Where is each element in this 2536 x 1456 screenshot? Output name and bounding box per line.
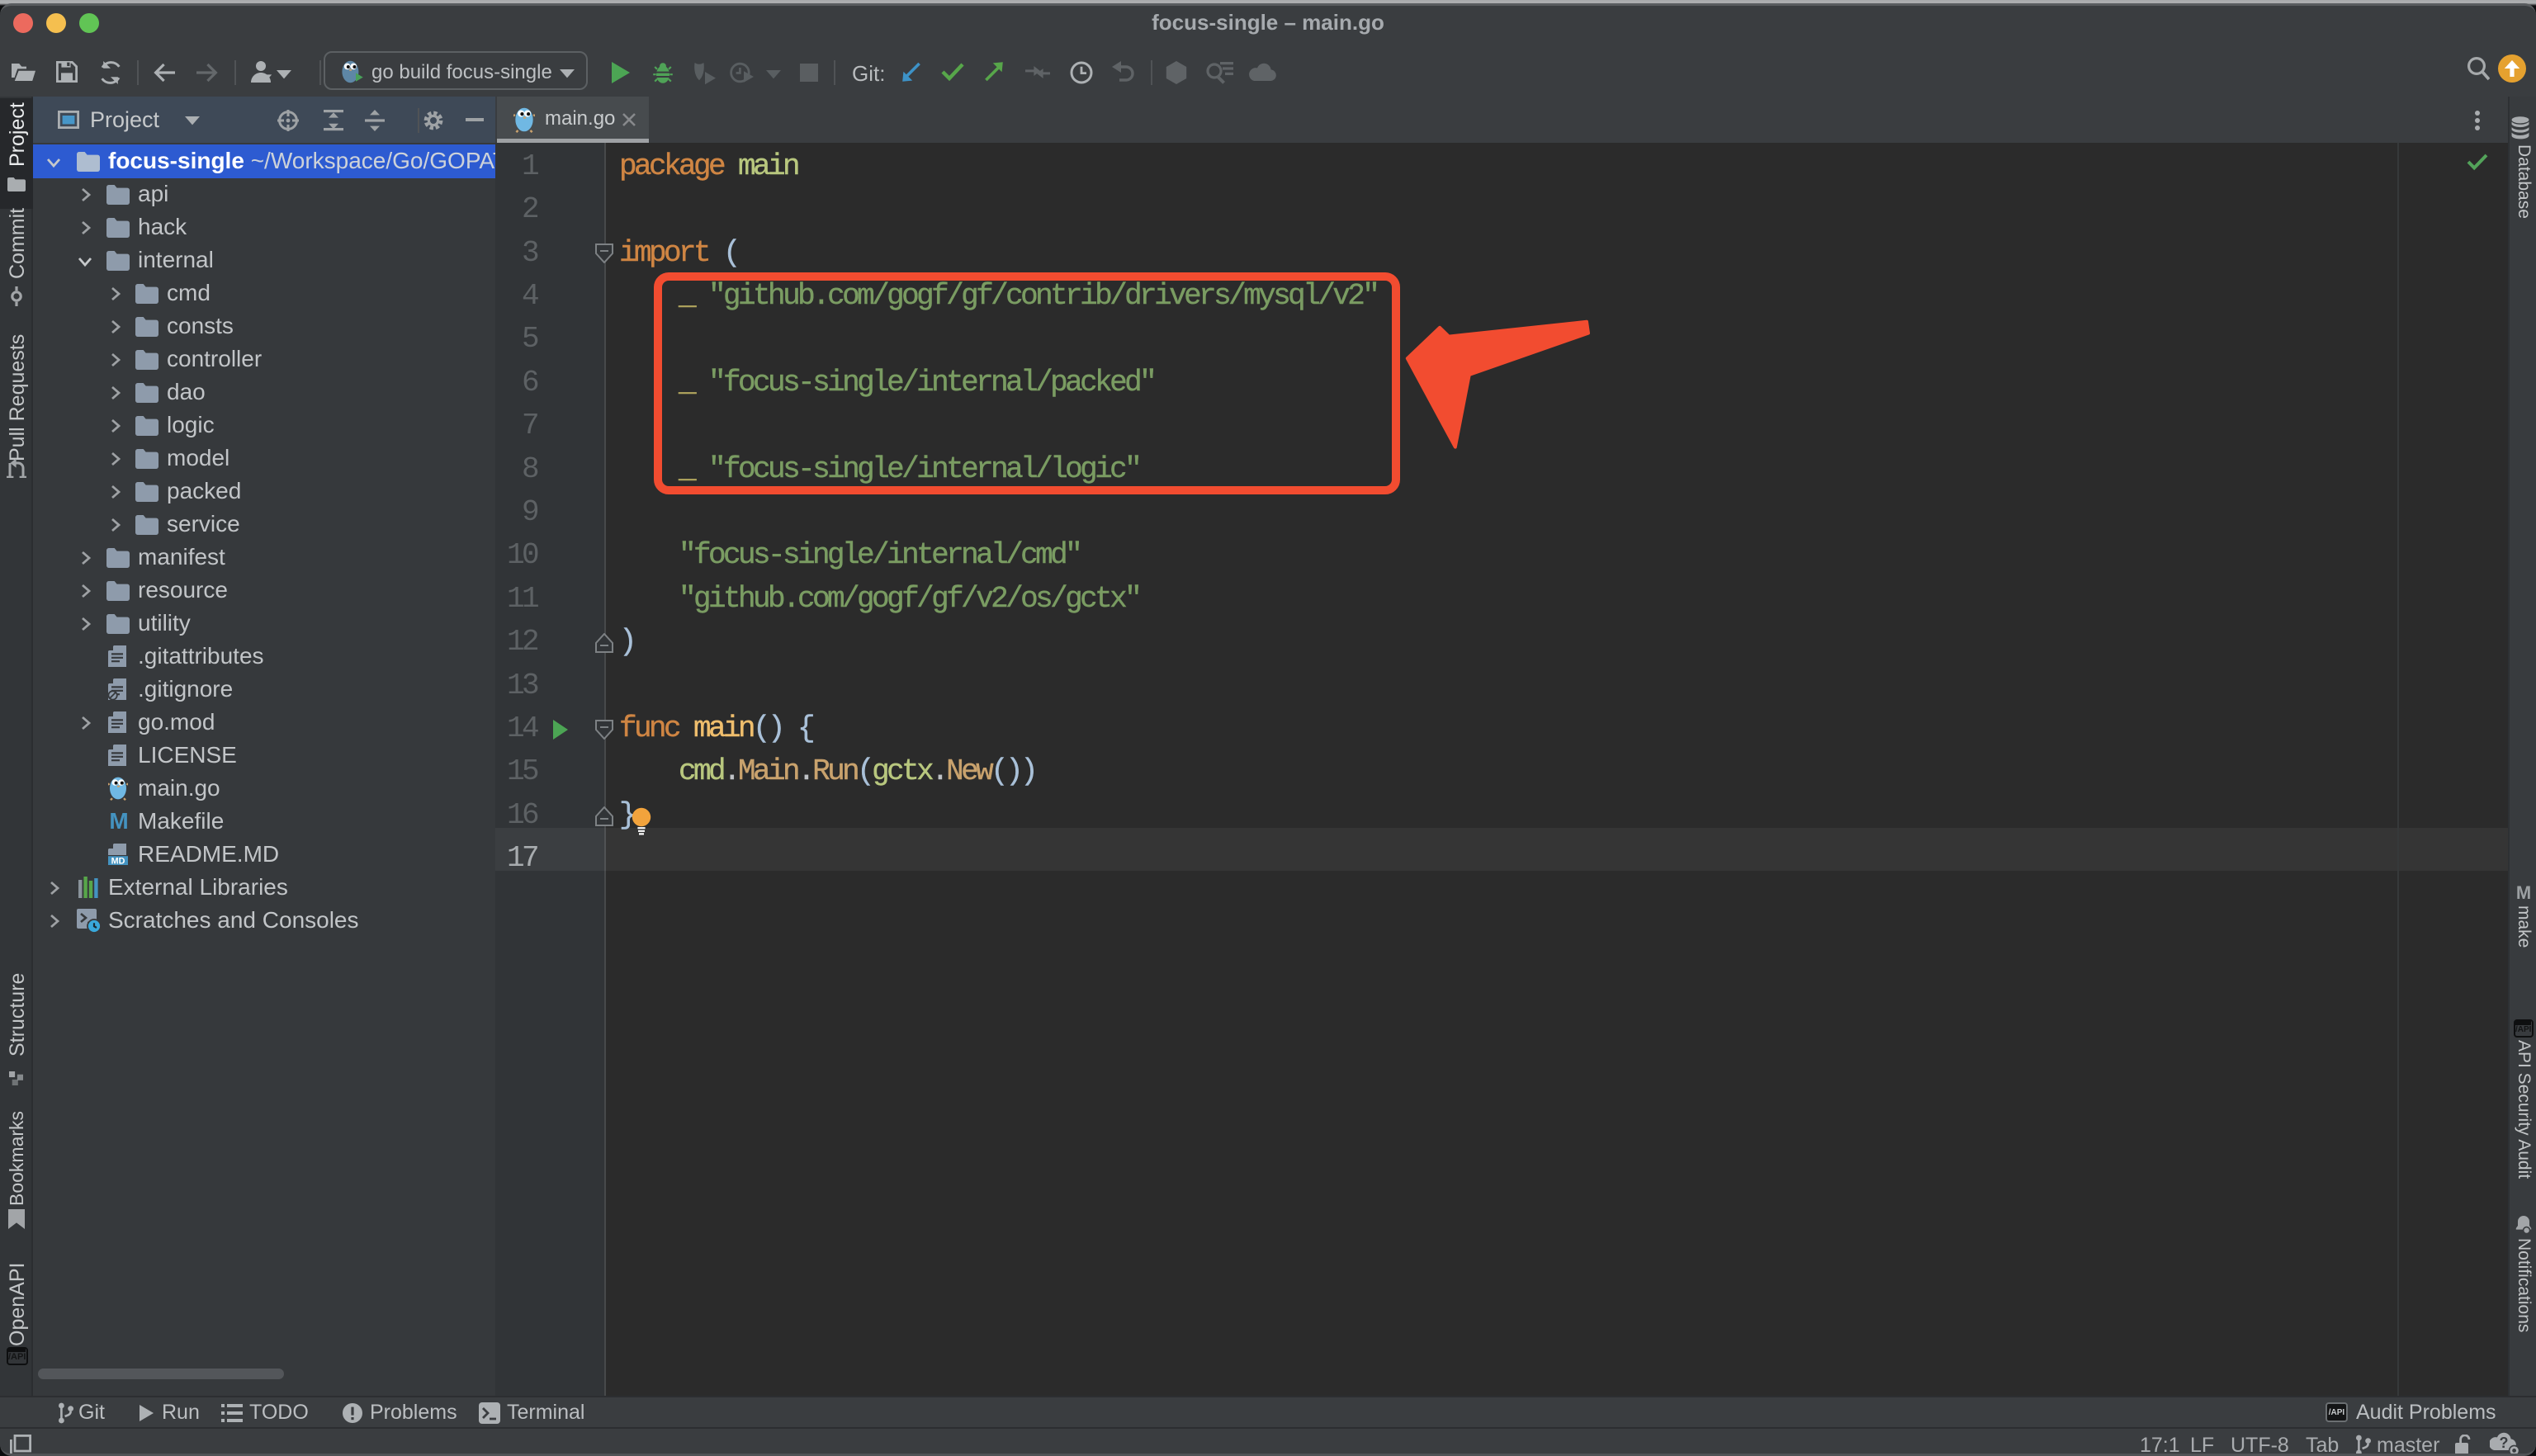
svg-text:MD: MD xyxy=(111,856,125,865)
svg-text:?: ? xyxy=(2500,1435,2509,1451)
